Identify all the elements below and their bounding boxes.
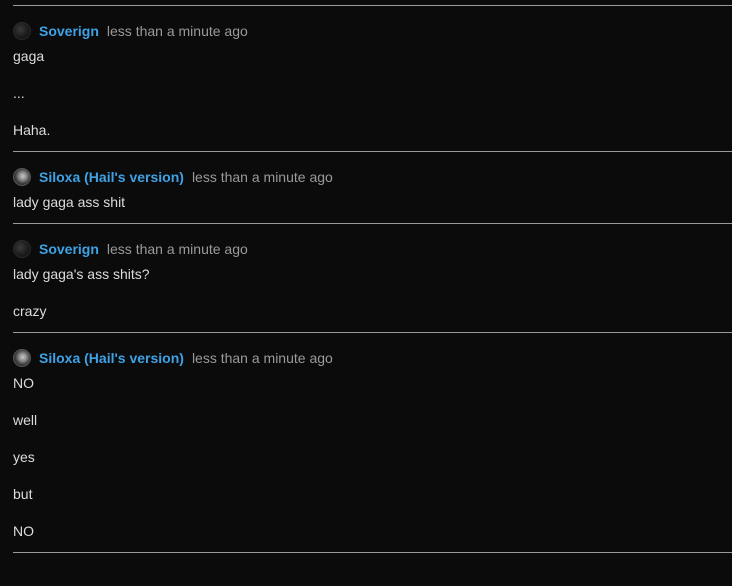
comment-post: Soverign less than a minute ago gaga ...… xyxy=(13,6,732,151)
username-link[interactable]: Siloxa (Hail's version) xyxy=(39,350,184,366)
comment-line: lady gaga's ass shits? xyxy=(13,266,150,282)
username-link[interactable]: Soverign xyxy=(39,23,99,39)
avatar[interactable] xyxy=(13,349,31,367)
timestamp: less than a minute ago xyxy=(106,23,248,39)
comment-header: Siloxa (Hail's version) less than a minu… xyxy=(13,347,732,369)
comment-line: crazy xyxy=(13,303,47,319)
comment-line: NO xyxy=(13,523,34,539)
avatar[interactable] xyxy=(13,168,31,186)
comment-feed: Soverign less than a minute ago gaga ...… xyxy=(13,5,732,553)
avatar[interactable] xyxy=(13,22,31,40)
comment-body: gaga ... Haha. xyxy=(13,48,732,138)
comment-line: yes xyxy=(13,449,35,465)
comment-line: but xyxy=(13,486,33,502)
divider xyxy=(13,552,732,553)
timestamp: less than a minute ago xyxy=(191,350,333,366)
comment-body: lady gaga ass shit xyxy=(13,194,732,210)
avatar[interactable] xyxy=(13,240,31,258)
username-link[interactable]: Soverign xyxy=(39,241,99,257)
comment-line: gaga xyxy=(13,48,45,64)
comment-post: Siloxa (Hail's version) less than a minu… xyxy=(13,333,732,552)
username-link[interactable]: Siloxa (Hail's version) xyxy=(39,169,184,185)
comment-line: lady gaga ass shit xyxy=(13,194,126,210)
comment-post: Soverign less than a minute ago lady gag… xyxy=(13,224,732,332)
comment-post: Siloxa (Hail's version) less than a minu… xyxy=(13,152,732,223)
comment-line: NO xyxy=(13,375,34,391)
comment-header: Soverign less than a minute ago xyxy=(13,238,732,260)
comment-line: Haha. xyxy=(13,122,51,138)
comment-line: ... xyxy=(13,85,25,101)
comment-body: NO well yes but NO xyxy=(13,375,732,539)
comment-line: well xyxy=(13,412,38,428)
comment-header: Siloxa (Hail's version) less than a minu… xyxy=(13,166,732,188)
timestamp: less than a minute ago xyxy=(106,241,248,257)
comment-body: lady gaga's ass shits? crazy xyxy=(13,266,732,319)
timestamp: less than a minute ago xyxy=(191,169,333,185)
comment-header: Soverign less than a minute ago xyxy=(13,20,732,42)
